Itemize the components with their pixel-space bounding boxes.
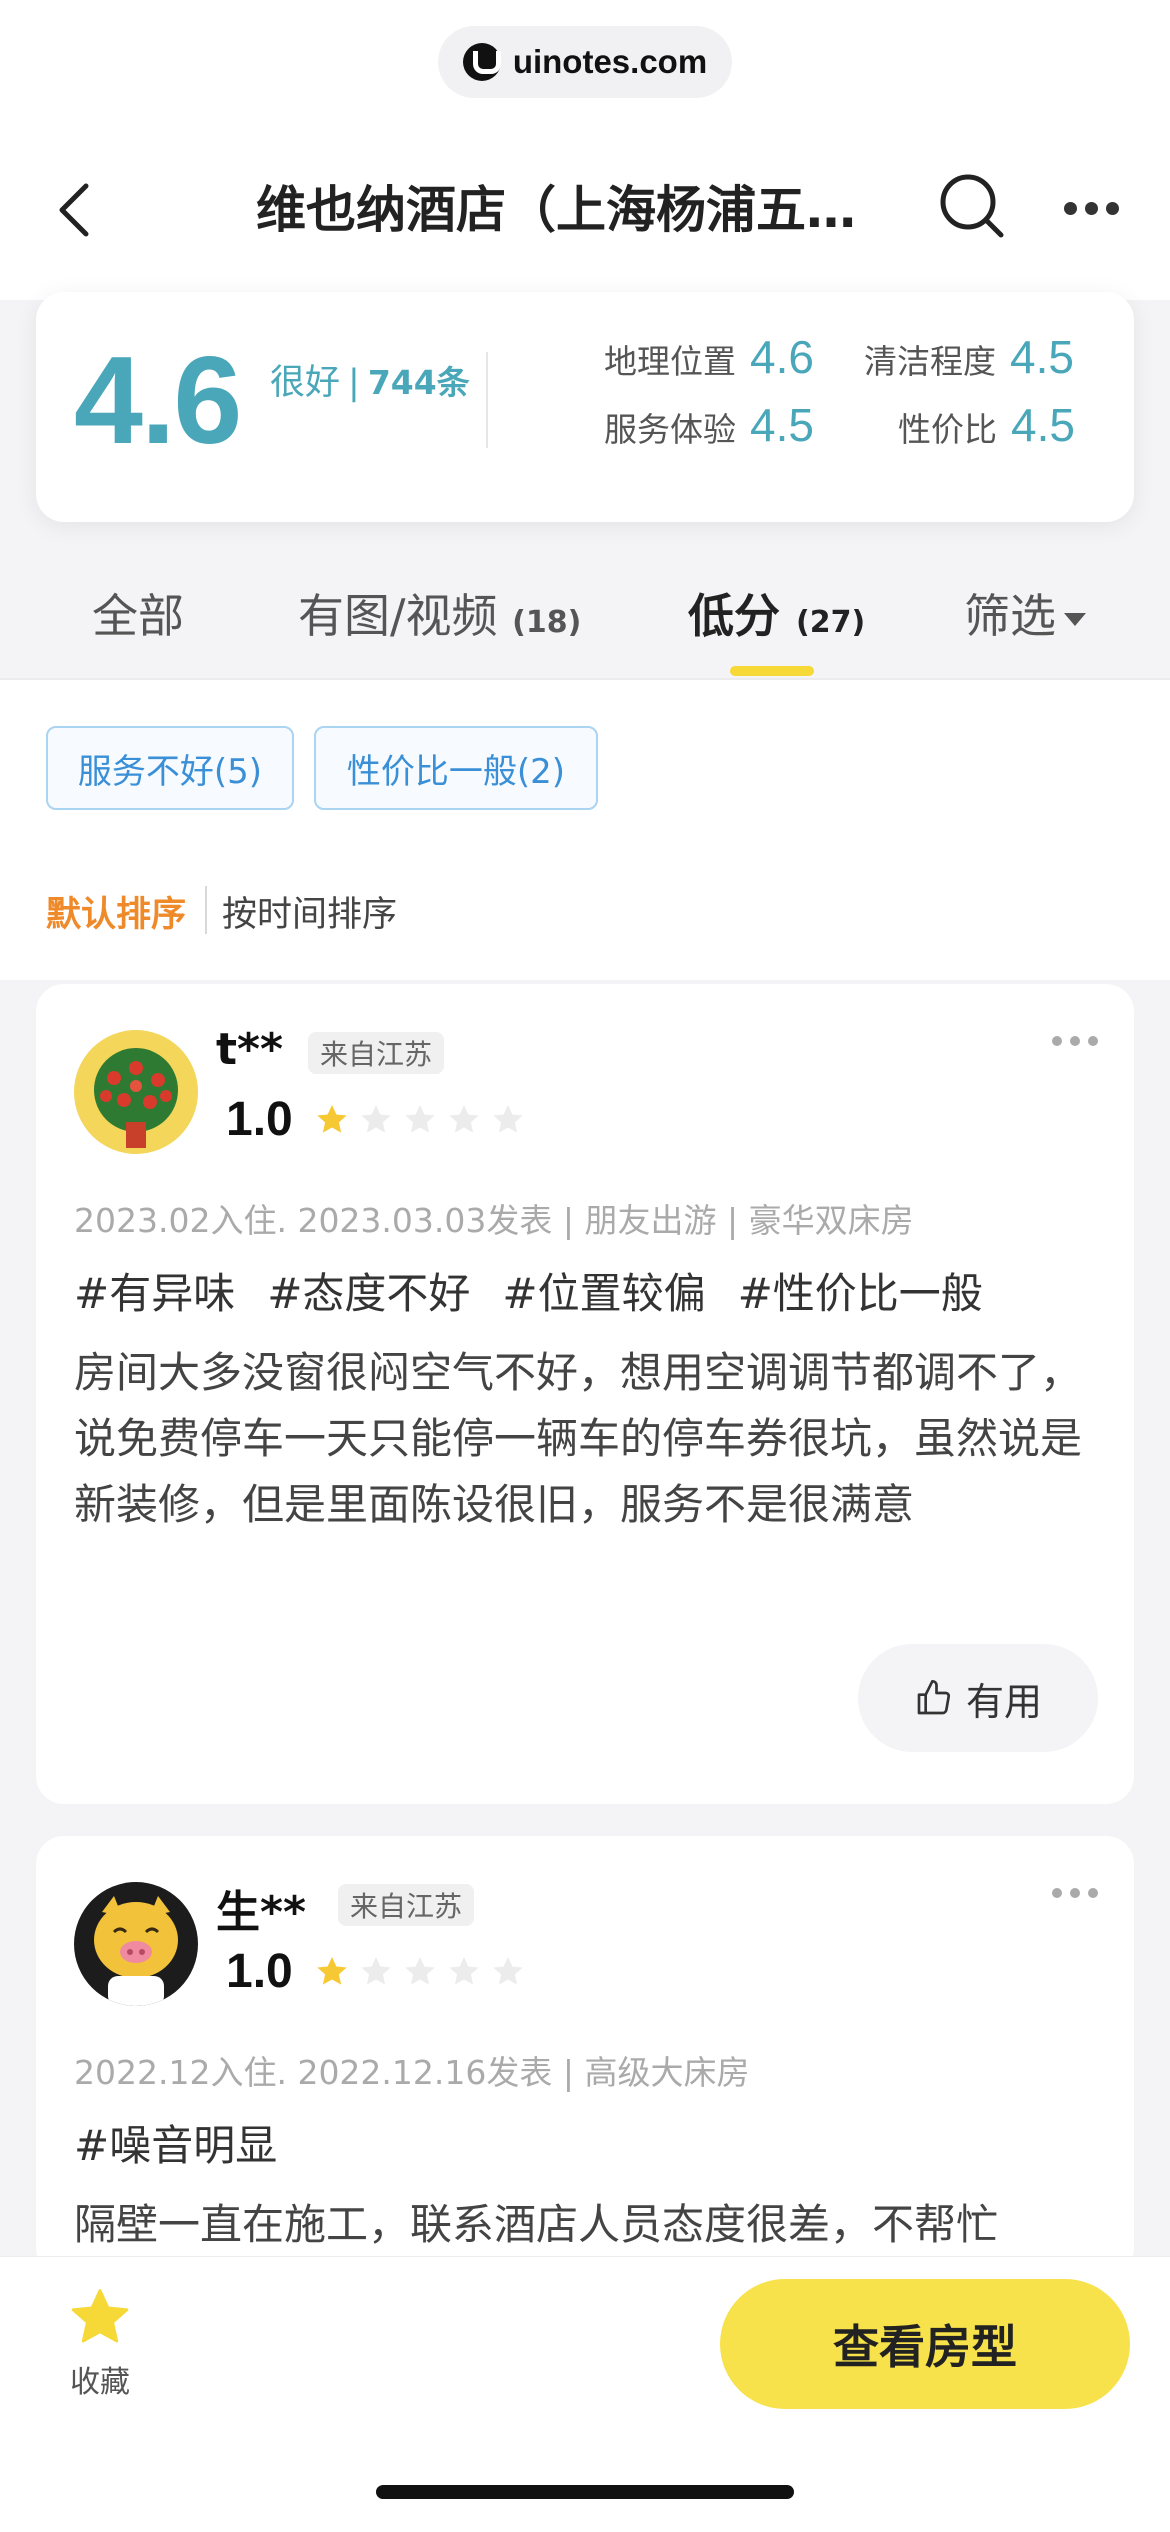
reviewer-location-badge: 来自江苏: [338, 1884, 475, 1926]
review-tag: #噪音明显: [74, 2121, 278, 2170]
filter-chip-value[interactable]: 性价比一般(2): [314, 726, 598, 810]
sub-score-value-for-money: 性价比 4.5: [898, 398, 1075, 452]
sub-score-label: 清洁程度: [864, 342, 996, 381]
tab-count: (18): [512, 605, 582, 640]
tab-label: 筛选: [964, 589, 1056, 643]
review-tags: #噪音明显: [74, 2112, 277, 2173]
review-tabs: 全部 有图/视频 (18) 低分 (27) 筛选: [0, 540, 1170, 678]
star-empty-icon: [405, 1105, 435, 1133]
tab-low-score[interactable]: 低分 (27): [688, 580, 865, 646]
bottom-action-bar: 收藏 查看房型: [0, 2256, 1170, 2532]
score-label: 很好: [270, 363, 341, 403]
avatar[interactable]: [74, 1030, 198, 1154]
review-tag: #位置较偏: [502, 1269, 706, 1318]
score-separator: |: [348, 363, 360, 403]
review-tag: #性价比一般: [737, 1269, 983, 1318]
review-content: 隔壁一直在施工，联系酒店人员态度很差，不帮忙: [74, 2200, 999, 2249]
useful-button[interactable]: 有用: [858, 1644, 1098, 1752]
sort-default[interactable]: 默认排序: [46, 886, 186, 937]
useful-label: 有用: [965, 1679, 1042, 1724]
filter-chip-bad-service[interactable]: 服务不好(5): [46, 726, 294, 810]
reviewer-location-badge: 来自江苏: [308, 1032, 445, 1074]
divider: [486, 352, 488, 448]
tab-all[interactable]: 全部: [92, 580, 184, 646]
overall-score: 4.6: [74, 332, 242, 470]
sub-score-cleanliness: 清洁程度 4.5: [864, 330, 1074, 384]
sub-score-value: 4.5: [1011, 399, 1075, 451]
sub-score-value: 4.5: [1010, 331, 1074, 383]
review-tags: #有异味 #态度不好 #位置较偏 #性价比一般: [74, 1260, 983, 1321]
active-tab-indicator: [730, 666, 814, 676]
star-empty-icon: [449, 1957, 479, 1985]
review-tag: #有异味: [74, 1269, 236, 1318]
more-options-icon[interactable]: [1064, 196, 1124, 220]
watermark-badge: uinotes.com: [438, 26, 732, 98]
divider: [205, 886, 207, 934]
score-label-count: 很好 | 744条: [270, 354, 470, 405]
star-rating: [314, 1102, 526, 1138]
filter-section: 服务不好(5) 性价比一般(2) 默认排序 按时间排序: [0, 680, 1170, 980]
star-empty-icon: [361, 1957, 391, 1985]
star-filled-icon: [317, 1957, 347, 1985]
tab-filter[interactable]: 筛选: [964, 580, 1086, 646]
search-icon[interactable]: [938, 172, 1006, 240]
caret-down-icon: [1064, 613, 1086, 626]
review-meta: 2023.02入住. 2023.03.03发表 | 朋友出游 | 豪华双床房: [74, 1201, 914, 1240]
favorite-label: 收藏: [70, 2365, 130, 2400]
sub-score-label: 服务体验: [604, 410, 736, 449]
review-count: 744条: [367, 363, 470, 402]
star-filled-icon: [317, 1105, 347, 1133]
thumbs-up-icon: [917, 1680, 951, 1715]
sub-score-value: 4.5: [750, 399, 814, 451]
back-arrow-icon[interactable]: [52, 178, 100, 242]
avatar[interactable]: [74, 1882, 198, 2006]
review-score: 1.0: [226, 1093, 293, 1146]
tab-label: 全部: [92, 589, 184, 643]
review-content: 房间大多没窗很闷空气不好，想用空调调节都调不了，说免费停车一天只能停一辆车的停车…: [74, 1348, 1083, 1529]
watermark-text: uinotes.com: [512, 43, 708, 80]
tab-label: 有图/视频: [298, 589, 498, 643]
star-empty-icon: [405, 1957, 435, 1985]
view-room-types-button[interactable]: 查看房型: [720, 2279, 1130, 2409]
reviewer-name: t**: [216, 1024, 284, 1075]
uinotes-logo-icon: [462, 43, 501, 81]
star-empty-icon: [361, 1105, 391, 1133]
star-empty-icon: [493, 1105, 523, 1133]
review-card[interactable]: t** 来自江苏 1.0 2023.02入住. 2023.03.03发表 | 朋…: [36, 984, 1134, 1804]
review-score: 1.0: [226, 1945, 293, 1998]
home-indicator: [376, 2485, 794, 2499]
sub-score-location: 地理位置 4.6: [604, 330, 814, 384]
sub-score-service: 服务体验 4.5: [604, 398, 814, 452]
review-card[interactable]: 生** 来自江苏 1.0 2022.12入住. 2022.12.16发表 | 高…: [36, 1836, 1134, 2276]
review-tag: #态度不好: [267, 1269, 471, 1318]
tab-count: (27): [796, 605, 866, 640]
star-favorite-icon: [71, 2289, 129, 2343]
sort-by-time[interactable]: 按时间排序: [222, 886, 397, 937]
tab-label: 低分: [688, 589, 780, 643]
tab-photo-video[interactable]: 有图/视频 (18): [298, 580, 581, 646]
favorite-button[interactable]: 收藏: [60, 2285, 140, 2401]
more-options-icon[interactable]: [1052, 1888, 1098, 1898]
reviewer-name: 生**: [216, 1887, 307, 1938]
sub-score-value: 4.6: [750, 331, 814, 383]
star-empty-icon: [493, 1957, 523, 1985]
rating-summary-card[interactable]: 4.6 很好 | 744条 地理位置 4.6 清洁程度 4.5 服务体验 4.5 性…: [36, 292, 1134, 522]
header: uinotes.com 维也纳酒店（上海杨浦五…: [0, 0, 1170, 300]
sub-score-label: 性价比: [898, 410, 997, 449]
review-meta: 2022.12入住. 2022.12.16发表 | 高级大床房: [74, 2053, 750, 2092]
sub-score-label: 地理位置: [604, 342, 736, 381]
star-rating: [314, 1954, 526, 1990]
more-options-icon[interactable]: [1052, 1036, 1098, 1046]
hotel-reviews-page: uinotes.com 维也纳酒店（上海杨浦五… 4.6 很好 | 744条 地理位…: [0, 0, 1170, 2532]
page-title: 维也纳酒店（上海杨浦五…: [256, 181, 856, 239]
star-empty-icon: [449, 1105, 479, 1133]
